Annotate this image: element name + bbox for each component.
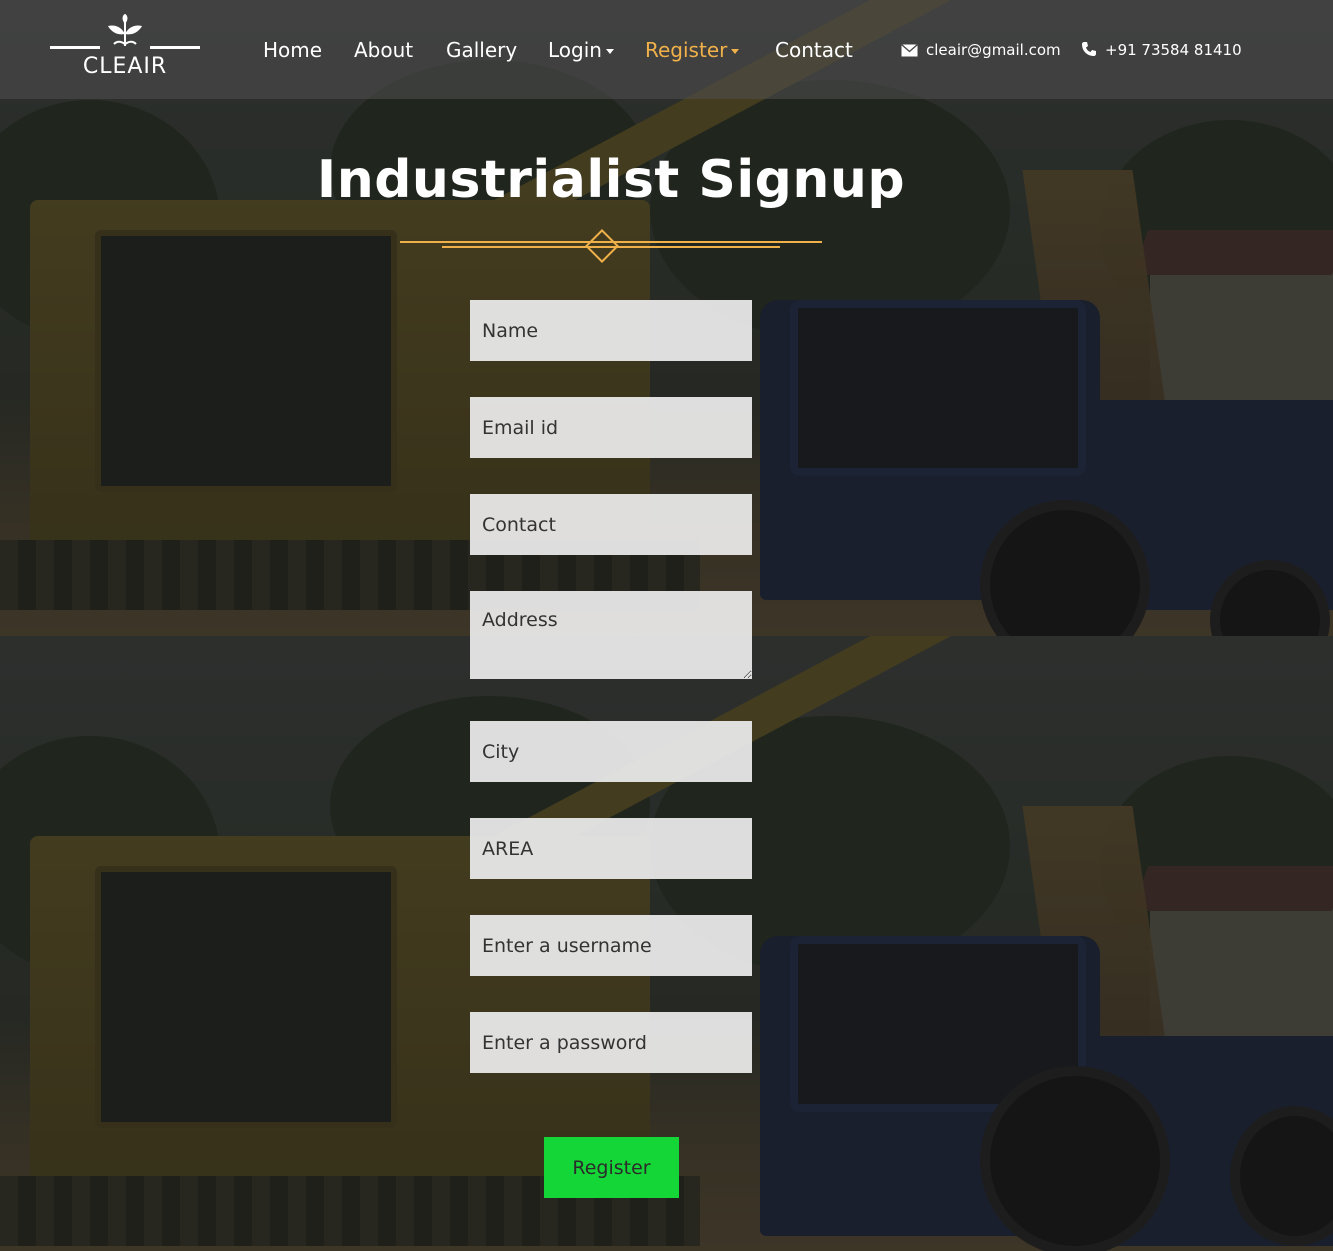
- nav-contact[interactable]: Contact: [775, 38, 853, 62]
- title-divider: [400, 229, 822, 263]
- nav-login-dropdown[interactable]: Login: [548, 38, 614, 62]
- header-email-text: cleair@gmail.com: [926, 41, 1061, 59]
- logo-line-right: [150, 46, 200, 49]
- address-textarea[interactable]: [470, 591, 752, 679]
- register-button[interactable]: Register: [544, 1137, 679, 1198]
- brand-name: CLEAIR: [82, 54, 168, 79]
- city-input[interactable]: [470, 721, 752, 782]
- envelope-icon: [901, 44, 918, 57]
- header-phone-text: +91 73584 81410: [1105, 41, 1242, 59]
- nav-login-label: Login: [548, 38, 602, 62]
- email-input[interactable]: [470, 397, 752, 458]
- username-input[interactable]: [470, 915, 752, 976]
- phone-icon: [1082, 42, 1096, 56]
- header-phone[interactable]: +91 73584 81410: [1081, 41, 1242, 59]
- caret-down-icon: [731, 49, 740, 54]
- contact-input[interactable]: [470, 494, 752, 555]
- nav-register-label: Register: [645, 38, 728, 62]
- header-email[interactable]: cleair@gmail.com: [901, 41, 1061, 59]
- sprout-icon: [108, 14, 142, 47]
- nav-register-dropdown[interactable]: Register: [645, 38, 740, 62]
- nav-about[interactable]: About: [354, 38, 413, 62]
- password-input[interactable]: [470, 1012, 752, 1073]
- diamond-icon: [585, 229, 619, 263]
- area-input[interactable]: [470, 818, 752, 879]
- nav-home[interactable]: Home: [263, 38, 322, 62]
- nav-gallery[interactable]: Gallery: [446, 38, 517, 62]
- logo-line-left: [50, 46, 100, 49]
- caret-down-icon: [605, 49, 614, 54]
- page-title: Industrialist Signup: [316, 150, 906, 210]
- name-input[interactable]: [470, 300, 752, 361]
- brand-logo[interactable]: CLEAIR: [50, 14, 200, 84]
- top-navbar: CLEAIR Home About Gallery Login Register…: [0, 0, 1333, 99]
